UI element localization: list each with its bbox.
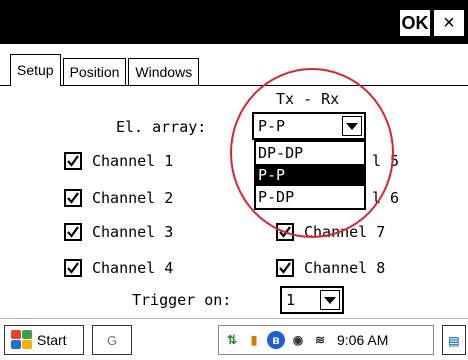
windows-logo-icon — [9, 329, 33, 351]
connectivity-icon[interactable]: ⇅ — [223, 331, 241, 349]
checkmark-icon — [67, 262, 79, 274]
task-item[interactable]: G — [92, 325, 132, 355]
dropdown-option-p-dp[interactable]: P-DP — [256, 186, 364, 208]
system-tray: ⇅ ▮ ʙ ◉ ≋ 9:06 AM — [218, 325, 434, 355]
channel-2-checkbox[interactable] — [64, 189, 82, 207]
channel-1-label: Channel 1 — [92, 152, 174, 170]
network-icon[interactable]: ≋ — [311, 331, 329, 349]
checkmark-icon — [67, 192, 79, 204]
clock[interactable]: 9:06 AM — [337, 332, 388, 348]
channel-1-checkbox[interactable] — [64, 152, 82, 170]
taskbar: Start G ⇅ ▮ ʙ ◉ ≋ 9:06 AM ▤ — [0, 318, 468, 360]
channel-4-label: Channel 4 — [92, 259, 174, 277]
bluetooth-icon[interactable]: ʙ — [267, 331, 285, 349]
checkmark-icon — [279, 226, 291, 238]
tab-windows[interactable]: Windows — [128, 58, 200, 86]
title-bar: OK × — [0, 0, 468, 44]
battery-icon[interactable]: ▮ — [245, 331, 263, 349]
ok-button[interactable]: OK — [398, 8, 432, 38]
channel-8-label: Channel 8 — [304, 259, 386, 277]
chevron-down-icon[interactable] — [320, 290, 340, 310]
channel-7-checkbox[interactable] — [276, 223, 294, 241]
channel-5-label[interactable]: l 5 — [372, 152, 399, 170]
tab-position[interactable]: Position — [62, 58, 127, 86]
channel-3-checkbox[interactable] — [64, 223, 82, 241]
chevron-down-icon[interactable] — [342, 116, 362, 136]
channel-2-label: Channel 2 — [92, 189, 174, 207]
start-button[interactable]: Start — [4, 325, 84, 355]
keyboard-icon[interactable]: ▤ — [442, 325, 466, 355]
volume-icon[interactable]: ◉ — [289, 331, 307, 349]
close-button[interactable]: × — [432, 8, 466, 38]
channel-4-checkbox[interactable] — [64, 259, 82, 277]
trigger-value: 1 — [286, 291, 296, 309]
channel-7-label: Channel 7 — [304, 223, 386, 241]
el-array-dropdown: DP-DP P-P P-DP — [254, 140, 366, 210]
trigger-label: Trigger on: — [132, 291, 232, 309]
dropdown-option-dp-dp[interactable]: DP-DP — [256, 142, 364, 164]
checkmark-icon — [67, 155, 79, 167]
dropdown-option-p-p[interactable]: P-P — [256, 164, 364, 186]
checkmark-icon — [279, 262, 291, 274]
start-label: Start — [37, 332, 67, 348]
el-array-value: P-P — [258, 117, 286, 135]
channel-6-label[interactable]: l 6 — [372, 189, 399, 207]
channel-3-label: Channel 3 — [92, 223, 174, 241]
tx-rx-header: Tx - Rx — [276, 90, 340, 108]
checkmark-icon — [67, 226, 79, 238]
el-array-label: El. array: — [116, 118, 207, 136]
tab-strip: Setup Position Windows — [10, 54, 201, 86]
tab-setup[interactable]: Setup — [10, 54, 61, 86]
channel-8-checkbox[interactable] — [276, 259, 294, 277]
tab-panel-border — [0, 85, 468, 86]
el-array-select[interactable]: P-P — [252, 112, 366, 140]
trigger-select[interactable]: 1 — [280, 286, 344, 314]
